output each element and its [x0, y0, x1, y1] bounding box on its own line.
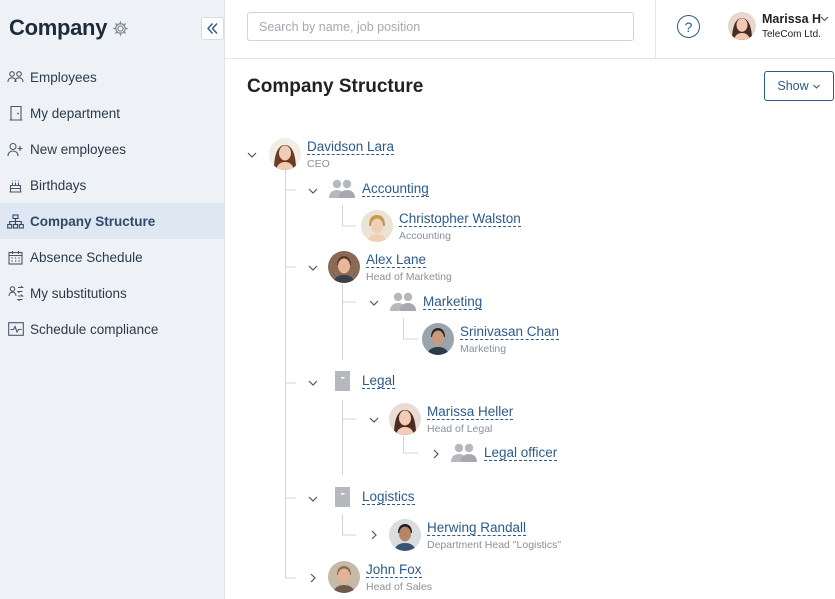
- employee-link[interactable]: Herwing Randall: [427, 520, 527, 536]
- avatar[interactable]: [389, 403, 421, 435]
- group-icon: [450, 442, 478, 464]
- chevron-down-icon[interactable]: [368, 414, 380, 426]
- chevron-down-icon[interactable]: [307, 185, 319, 197]
- chevron-down-icon[interactable]: [307, 262, 319, 274]
- chevron-down-icon[interactable]: [368, 297, 380, 309]
- tree-node-marissa-heller: Marissa Heller Head of Legal: [389, 403, 514, 435]
- avatar[interactable]: [361, 210, 393, 242]
- tree-node-alex-lane: Alex Lane Head of Marketing: [328, 251, 452, 283]
- door-icon: [328, 486, 356, 508]
- employee-link[interactable]: Marissa Heller: [427, 404, 514, 420]
- tree-node-herwing-randall: Herwing Randall Department Head "Logisti…: [389, 519, 561, 551]
- employee-position: Accounting: [399, 230, 451, 242]
- department-link[interactable]: Marketing: [423, 294, 483, 310]
- chevron-right-icon[interactable]: [368, 529, 380, 541]
- department-link[interactable]: Logistics: [362, 489, 415, 505]
- tree-node-john-fox: John Fox Head of Sales: [328, 561, 432, 593]
- chevron-down-icon[interactable]: [307, 493, 319, 505]
- employee-link[interactable]: Srinivasan Chan: [460, 324, 560, 340]
- department-link[interactable]: Legal: [362, 373, 396, 389]
- employee-link[interactable]: Alex Lane: [366, 252, 427, 268]
- department-link[interactable]: Accounting: [362, 181, 429, 197]
- chevron-down-icon[interactable]: [307, 377, 319, 389]
- chevron-right-icon[interactable]: [307, 572, 319, 584]
- tree-node-logistics: Logistics: [328, 486, 415, 508]
- avatar[interactable]: [422, 323, 454, 355]
- avatar[interactable]: [328, 251, 360, 283]
- avatar[interactable]: [389, 519, 421, 551]
- employee-position: Department Head "Logistics": [427, 539, 562, 551]
- employee-position: Head of Sales: [366, 581, 432, 593]
- employee-link[interactable]: Davidson Lara: [307, 139, 395, 155]
- group-icon: [389, 291, 417, 313]
- employee-position: Marketing: [460, 343, 507, 355]
- chevron-down-icon[interactable]: [246, 149, 258, 161]
- employee-position: Head of Legal: [427, 423, 493, 435]
- chevron-right-icon[interactable]: [430, 448, 442, 460]
- tree-node-davidson-lara: Davidson Lara CEO: [269, 138, 395, 170]
- employee-link[interactable]: Christopher Walston: [399, 211, 521, 227]
- employee-position: Head of Marketing: [366, 271, 452, 283]
- door-icon: [328, 370, 356, 392]
- tree-node-marketing: Marketing: [389, 291, 483, 313]
- avatar[interactable]: [328, 561, 360, 593]
- tree-node-legal: Legal: [328, 370, 396, 392]
- tree-node-christopher-walston: Christopher Walston Accounting: [361, 210, 521, 242]
- tree-node-srinivasan-chan: Srinivasan Chan Marketing: [422, 323, 560, 355]
- department-link[interactable]: Legal officer: [484, 445, 558, 461]
- employee-position: CEO: [307, 158, 330, 170]
- tree-node-legal-officer: Legal officer: [450, 442, 558, 464]
- avatar[interactable]: [269, 138, 301, 170]
- group-icon: [328, 178, 356, 200]
- tree-node-accounting: Accounting: [328, 178, 429, 200]
- employee-link[interactable]: John Fox: [366, 562, 422, 578]
